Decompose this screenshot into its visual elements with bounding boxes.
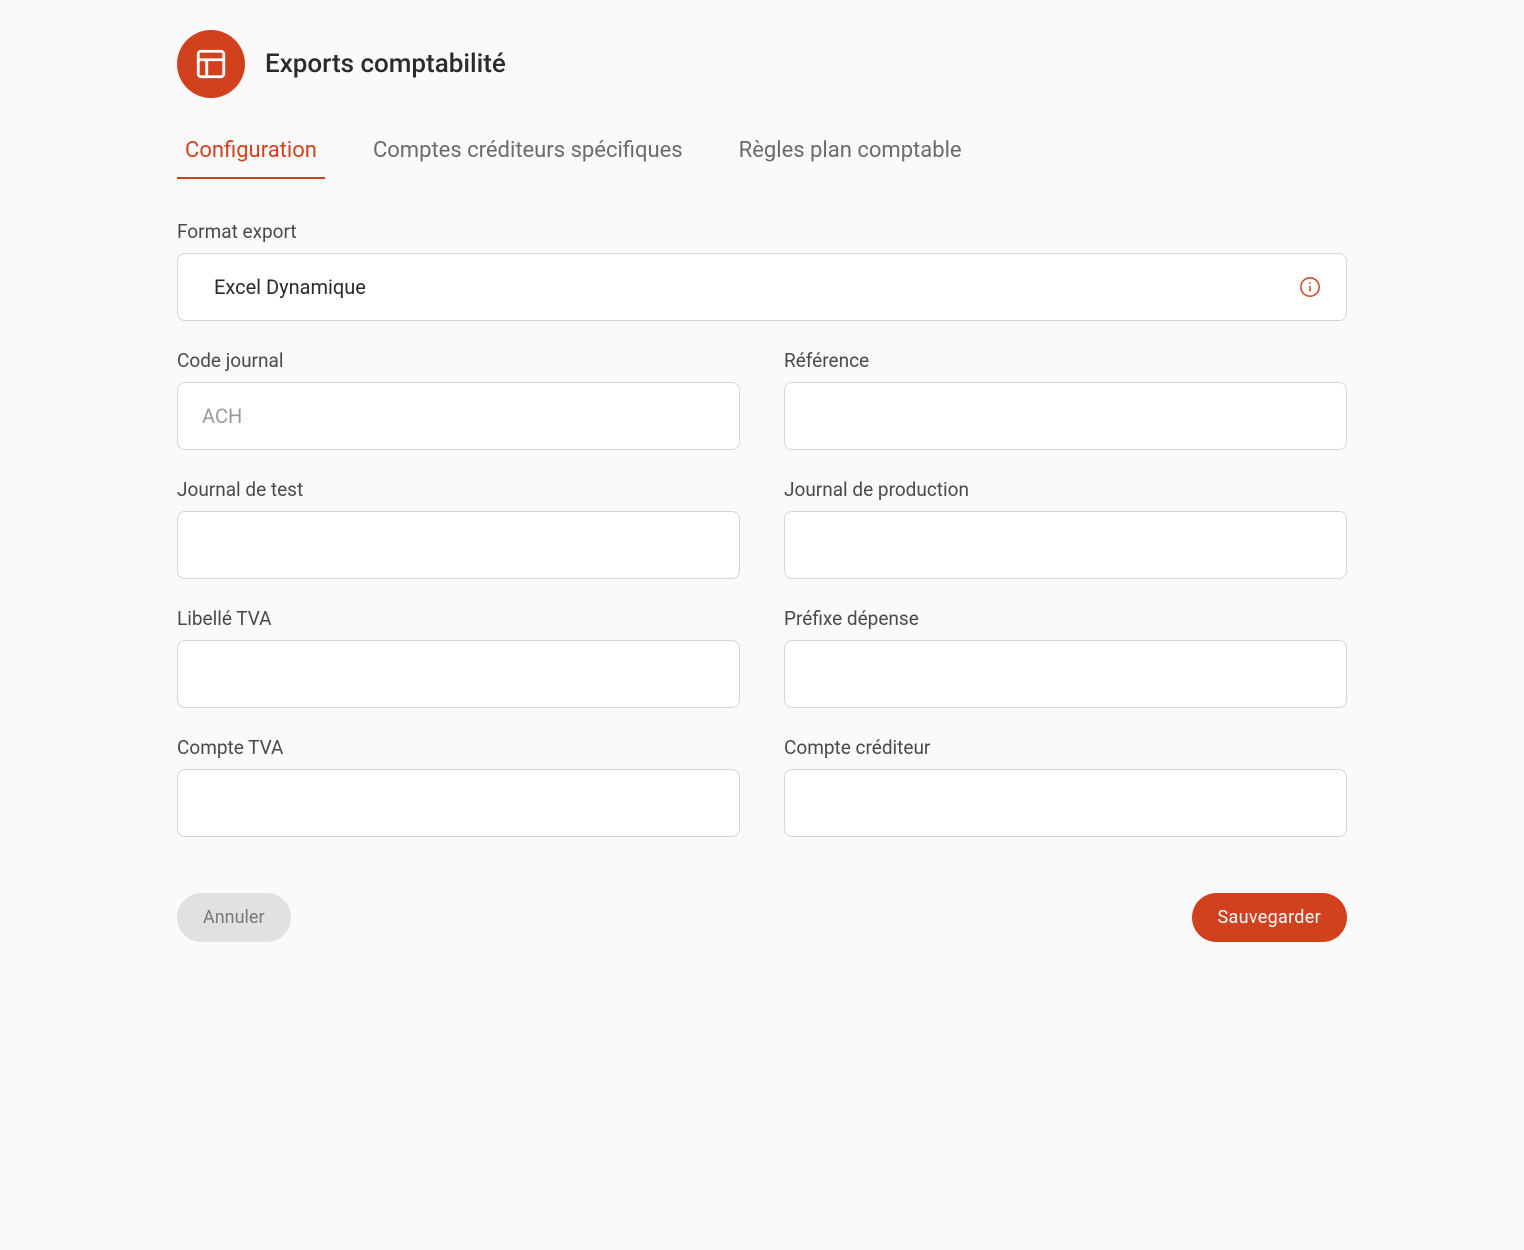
tab-configuration[interactable]: Configuration: [177, 128, 325, 179]
journal-production-field: Journal de production: [784, 478, 1347, 579]
layout-icon: [177, 30, 245, 98]
journal-test-label: Journal de test: [177, 478, 740, 501]
journal-production-input[interactable]: [784, 511, 1347, 579]
cancel-button[interactable]: Annuler: [177, 893, 291, 942]
journal-test-field: Journal de test: [177, 478, 740, 579]
tabs: Configuration Comptes créditeurs spécifi…: [177, 128, 1347, 180]
configuration-form: Format export Excel Dynamique Code journ…: [177, 220, 1347, 837]
format-export-select[interactable]: Excel Dynamique: [177, 253, 1347, 321]
prefixe-depense-input[interactable]: [784, 640, 1347, 708]
page-title: Exports comptabilité: [265, 49, 506, 79]
journal-test-input[interactable]: [177, 511, 740, 579]
tab-comptes-crediteurs[interactable]: Comptes créditeurs spécifiques: [365, 128, 691, 179]
journal-production-label: Journal de production: [784, 478, 1347, 501]
compte-crediteur-input[interactable]: [784, 769, 1347, 837]
libelle-tva-input[interactable]: [177, 640, 740, 708]
libelle-tva-label: Libellé TVA: [177, 607, 740, 630]
compte-tva-input[interactable]: [177, 769, 740, 837]
compte-crediteur-field: Compte créditeur: [784, 736, 1347, 837]
code-journal-label: Code journal: [177, 349, 740, 372]
compte-tva-label: Compte TVA: [177, 736, 740, 759]
code-journal-field: Code journal: [177, 349, 740, 450]
info-icon[interactable]: [1299, 276, 1321, 298]
form-footer: Annuler Sauvegarder: [177, 893, 1347, 962]
prefixe-depense-field: Préfixe dépense: [784, 607, 1347, 708]
code-journal-input[interactable]: [177, 382, 740, 450]
reference-input[interactable]: [784, 382, 1347, 450]
format-export-field: Format export Excel Dynamique: [177, 220, 1347, 321]
save-button[interactable]: Sauvegarder: [1192, 893, 1347, 942]
page-header: Exports comptabilité: [177, 20, 1347, 98]
prefixe-depense-label: Préfixe dépense: [784, 607, 1347, 630]
format-export-value: Excel Dynamique: [214, 275, 366, 299]
format-export-label: Format export: [177, 220, 1347, 243]
reference-label: Référence: [784, 349, 1347, 372]
reference-field: Référence: [784, 349, 1347, 450]
libelle-tva-field: Libellé TVA: [177, 607, 740, 708]
tab-regles-plan-comptable[interactable]: Règles plan comptable: [731, 128, 970, 179]
compte-tva-field: Compte TVA: [177, 736, 740, 837]
compte-crediteur-label: Compte créditeur: [784, 736, 1347, 759]
